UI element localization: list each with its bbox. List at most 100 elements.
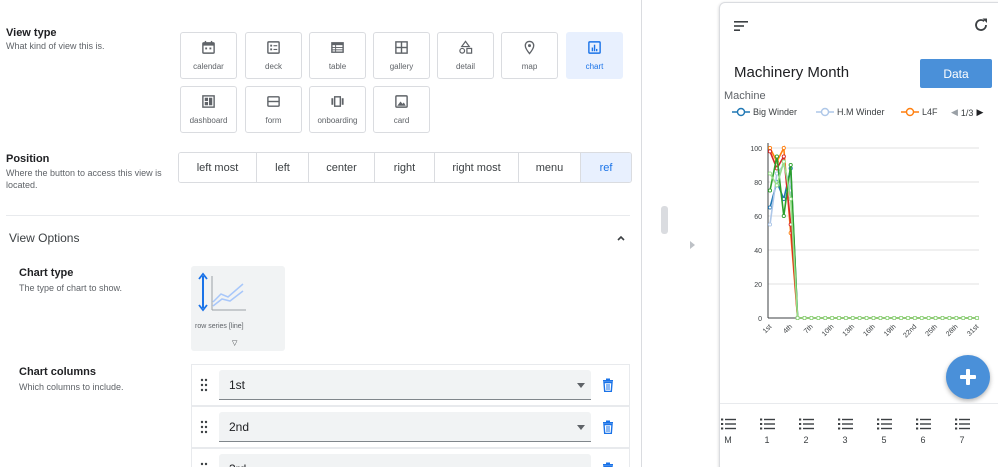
legend-prev-icon[interactable]: ◀ bbox=[951, 107, 958, 118]
x-tick-label: 4th bbox=[782, 323, 794, 335]
view-type-label: onboarding bbox=[317, 116, 358, 125]
view-type-table-button[interactable]: table bbox=[309, 32, 366, 79]
view-type-description: What kind of view this is. bbox=[6, 41, 105, 51]
data-point bbox=[947, 315, 952, 321]
drag-handle-icon[interactable] bbox=[200, 420, 208, 434]
x-tick-label: 19th bbox=[883, 323, 898, 338]
data-button[interactable]: Data bbox=[920, 59, 992, 88]
view-type-title: View type bbox=[6, 27, 57, 39]
y-tick-label: 40 bbox=[754, 248, 762, 255]
view-type-label: calendar bbox=[193, 62, 224, 71]
view-type-onboarding-button[interactable]: onboarding bbox=[309, 86, 366, 133]
view-type-chart-button[interactable]: chart bbox=[566, 32, 623, 79]
position-left-button[interactable]: left bbox=[257, 153, 309, 182]
chart-column-value: 1st bbox=[229, 378, 246, 392]
list-icon bbox=[799, 418, 814, 430]
data-point bbox=[864, 315, 869, 321]
delete-icon[interactable] bbox=[602, 378, 614, 392]
data-point bbox=[809, 315, 814, 321]
data-point bbox=[912, 315, 917, 321]
data-point bbox=[836, 315, 842, 321]
legend-next-icon[interactable]: ▶ bbox=[976, 107, 983, 118]
data-point bbox=[767, 145, 773, 151]
app-preview: Machinery Month Data Machine Big Winder … bbox=[719, 2, 998, 467]
view-type-detail-button[interactable]: detail bbox=[437, 32, 494, 79]
bottom-nav-item[interactable]: 5 bbox=[870, 418, 898, 454]
position-left-most-button[interactable]: left most bbox=[179, 153, 257, 182]
view-type-form-button[interactable]: form bbox=[245, 86, 302, 133]
menu-icon[interactable] bbox=[734, 20, 748, 32]
x-tick-label: 10th bbox=[821, 323, 836, 338]
machinery-line-chart: 0 20 40 60 80 100 1st 4th 7th 10th 13th 16th 19th 22n… bbox=[750, 143, 980, 339]
data-point bbox=[857, 315, 862, 321]
bottom-nav-item[interactable]: 6 bbox=[909, 418, 937, 454]
add-fab-button[interactable] bbox=[946, 355, 990, 399]
view-type-deck-button[interactable]: deck bbox=[245, 32, 302, 79]
view-type-map-button[interactable]: map bbox=[501, 32, 558, 79]
position-center-button[interactable]: center bbox=[309, 153, 375, 182]
bottom-nav-label: 2 bbox=[803, 435, 809, 445]
bottom-nav-item[interactable]: 2 bbox=[792, 418, 820, 454]
dropdown-arrow-icon bbox=[577, 383, 585, 388]
app-editor: View type What kind of view this is. cal… bbox=[0, 0, 998, 467]
data-point bbox=[788, 162, 793, 168]
drag-handle-icon[interactable] bbox=[200, 378, 208, 392]
data-point bbox=[892, 315, 897, 321]
list-icon bbox=[760, 418, 775, 430]
x-tick-label: 16th bbox=[862, 323, 877, 338]
view-type-label: map bbox=[521, 62, 538, 71]
bottom-nav-item[interactable]: 7 bbox=[948, 418, 976, 454]
expand-preview-arrow-icon[interactable] bbox=[690, 241, 695, 249]
chevron-up-icon[interactable] bbox=[615, 232, 627, 244]
legend-title: Machine bbox=[724, 90, 766, 102]
legend-item-l4f[interactable]: L4F bbox=[901, 107, 944, 117]
view-type-gallery-button[interactable]: gallery bbox=[373, 32, 430, 79]
legend-item-big-winder[interactable]: Big Winder bbox=[732, 107, 797, 117]
data-point bbox=[788, 196, 793, 202]
chart-column-select[interactable]: 2nd bbox=[219, 412, 591, 442]
chart-column-value: 2nd bbox=[229, 420, 250, 434]
data-point bbox=[816, 315, 821, 321]
position-ref-button[interactable]: ref bbox=[581, 153, 631, 182]
series-line bbox=[769, 145, 977, 319]
resize-handle[interactable] bbox=[661, 206, 668, 234]
data-point bbox=[933, 315, 938, 321]
view-options-header[interactable]: View Options bbox=[9, 231, 79, 245]
view-type-calendar-button[interactable]: calendar bbox=[180, 32, 237, 79]
chart-type-description: The type of chart to show. bbox=[19, 283, 123, 293]
dashboard-icon bbox=[202, 95, 215, 108]
data-point bbox=[767, 171, 773, 176]
data-point bbox=[878, 315, 883, 321]
chart-column-row: 3rd bbox=[191, 448, 630, 467]
data-point bbox=[954, 315, 959, 321]
chart-column-select[interactable]: 3rd bbox=[219, 454, 591, 467]
chart-column-select[interactable]: 1st bbox=[219, 370, 591, 400]
y-tick-label: 80 bbox=[754, 180, 762, 187]
legend-pager: ◀ 1/3 ▶ bbox=[951, 107, 983, 118]
bottom-nav-item[interactable]: 1 bbox=[753, 418, 781, 454]
x-tick-label: 28th bbox=[945, 323, 960, 338]
drag-handle-icon[interactable] bbox=[200, 462, 208, 467]
list-icon bbox=[955, 418, 970, 430]
chart-type-selector[interactable]: row series [line] ▽ bbox=[191, 266, 285, 351]
data-point bbox=[781, 145, 786, 151]
map-pin-icon bbox=[524, 40, 535, 55]
legend-item-hm-winder[interactable]: H.M Winder bbox=[816, 107, 885, 117]
view-type-dashboard-button[interactable]: dashboard bbox=[180, 86, 237, 133]
delete-icon[interactable] bbox=[602, 420, 614, 434]
x-tick-label: 13th bbox=[842, 323, 857, 338]
position-menu-button[interactable]: menu bbox=[519, 153, 581, 182]
position-right-most-button[interactable]: right most bbox=[435, 153, 519, 182]
list-icon bbox=[838, 418, 853, 430]
y-tick-label: 0 bbox=[758, 316, 762, 323]
position-right-button[interactable]: right bbox=[375, 153, 435, 182]
bottom-nav-item[interactable]: 3 bbox=[831, 418, 859, 454]
view-settings-panel: View type What kind of view this is. cal… bbox=[0, 0, 641, 467]
refresh-icon[interactable] bbox=[973, 17, 989, 33]
delete-icon[interactable] bbox=[602, 462, 614, 467]
x-tick-label: 25th bbox=[924, 323, 939, 338]
bottom-navigation: M 1 2 3 5 6 7 bbox=[720, 403, 998, 467]
bottom-nav-item[interactable]: M bbox=[720, 418, 742, 454]
view-type-card-button[interactable]: card bbox=[373, 86, 430, 133]
bottom-nav-label: 5 bbox=[881, 435, 887, 445]
